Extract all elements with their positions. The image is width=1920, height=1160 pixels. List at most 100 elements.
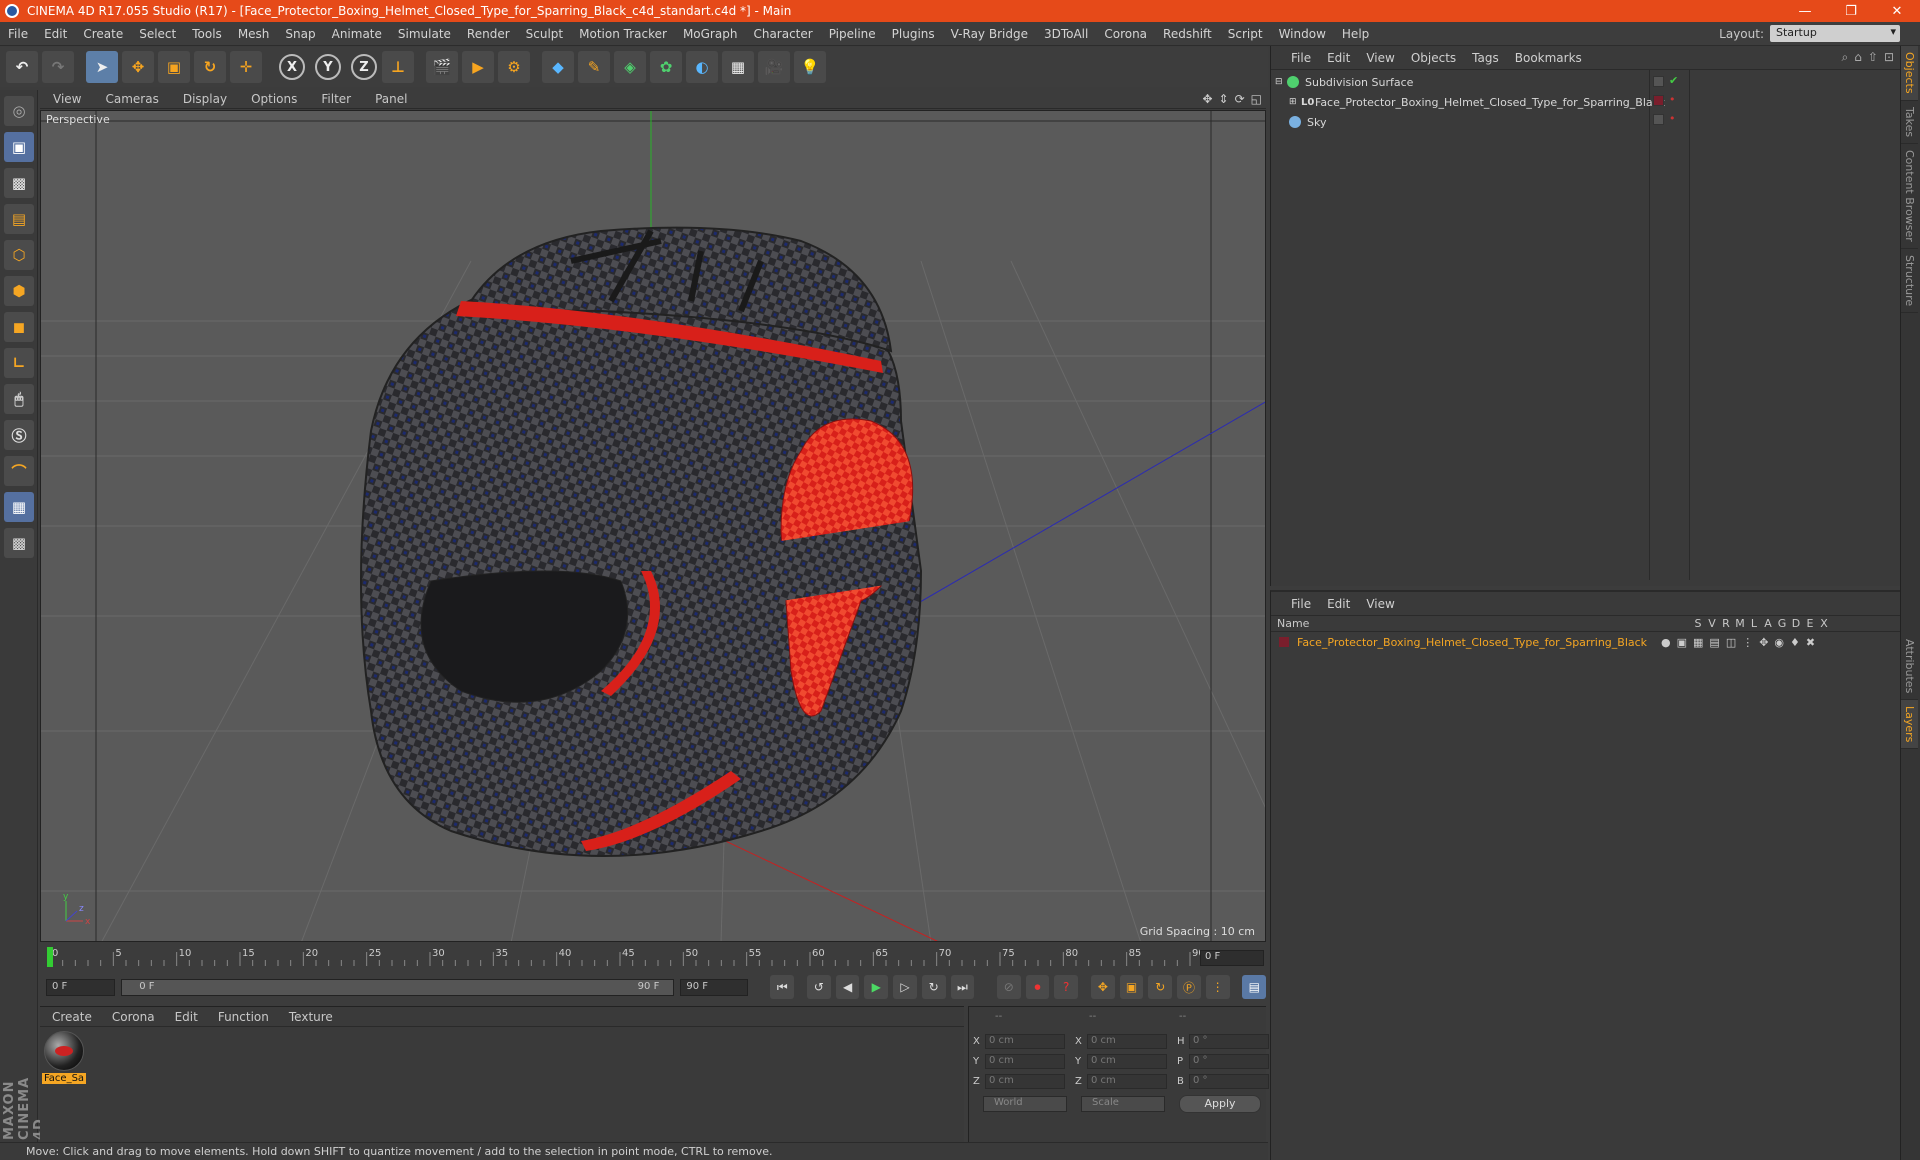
grid-snap-icon[interactable]: ▩ (4, 528, 34, 558)
pen-spline-icon[interactable]: ✎ (578, 51, 610, 83)
start-frame-field[interactable]: 0 F (46, 978, 116, 996)
camera-icon[interactable]: 🎥 (758, 51, 790, 83)
viewport-menu-display[interactable]: Display (170, 92, 238, 106)
go-to-next-key-icon[interactable]: ↻ (921, 975, 946, 999)
minimize-button[interactable]: — (1782, 4, 1828, 19)
make-editable-icon[interactable]: ◎ (4, 96, 34, 126)
size-z-field[interactable]: 0 cm (1087, 1073, 1167, 1089)
menu-redshift[interactable]: Redshift (1155, 27, 1220, 41)
edges-mode-icon[interactable]: ⬢ (4, 276, 34, 306)
menu-plugins[interactable]: Plugins (884, 27, 943, 41)
timeline-window-icon[interactable]: ▤ (1242, 975, 1267, 999)
menu-tools[interactable]: Tools (184, 27, 230, 41)
layer-toggle-icons[interactable]: ●▣▦▤◫⋮✥◉♦✖ (1661, 636, 1821, 649)
coordinate-space-dropdown[interactable]: World (983, 1096, 1067, 1112)
render-dot-icon[interactable]: • (1669, 93, 1678, 106)
up-arrow-icon[interactable]: ⇧ (1868, 50, 1878, 65)
cube-primitive-icon[interactable]: ◆ (542, 51, 574, 83)
menu-help[interactable]: Help (1334, 27, 1377, 41)
end-frame-field[interactable]: 90 F (680, 978, 748, 996)
select-pointer-icon[interactable]: ➤ (86, 51, 118, 83)
frame-range-slider[interactable]: 0 F 90 F (121, 978, 675, 996)
menu-mesh[interactable]: Mesh (230, 27, 278, 41)
menu-mograph[interactable]: MoGraph (675, 27, 746, 41)
menu-window[interactable]: Window (1271, 27, 1334, 41)
layer-row[interactable]: Face_Protector_Boxing_Helmet_Closed_Type… (1279, 634, 1821, 650)
3d-viewport[interactable]: y x z Perspective Grid Spacing : 10 cm (40, 110, 1266, 942)
viewport-menu-options[interactable]: Options (238, 92, 308, 106)
go-to-previous-key-icon[interactable]: ↺ (807, 975, 831, 999)
restore-button[interactable]: ❐ (1828, 4, 1874, 19)
close-panel-icon[interactable]: ⊡ (1884, 50, 1894, 65)
rotation-h-field[interactable]: 0 ° (1189, 1033, 1269, 1049)
render-dot-icon[interactable]: • (1669, 112, 1678, 125)
objects-menu-file[interactable]: File (1283, 51, 1319, 65)
objects-menu-edit[interactable]: Edit (1319, 51, 1358, 65)
record-active-icon[interactable]: ⏺ (1025, 975, 1050, 999)
viewport-rotate-icon[interactable]: ⟳ (1235, 92, 1245, 106)
render-picture-viewer-icon[interactable]: ▶ (462, 51, 494, 83)
material-menu-edit[interactable]: Edit (163, 1010, 206, 1024)
viewport-maximize-icon[interactable]: ◱ (1251, 92, 1262, 106)
expand-icon[interactable]: ⊟ (1275, 77, 1287, 87)
menu-simulate[interactable]: Simulate (390, 27, 459, 41)
go-to-start-icon[interactable]: ⏮ (770, 975, 795, 999)
snap-icon[interactable]: Ⓢ (4, 420, 34, 450)
texture-mode-icon[interactable]: ▩ (4, 168, 34, 198)
material-menu-texture[interactable]: Texture (277, 1010, 341, 1024)
viewport-menu-view[interactable]: View (40, 92, 92, 106)
go-to-end-icon[interactable]: ⏭ (950, 975, 975, 999)
material-swatch[interactable]: Face_Sa (42, 1031, 86, 1087)
tab-content-browser[interactable]: Content Browser (1901, 144, 1918, 249)
play-icon[interactable]: ▶ (864, 975, 889, 999)
menu-sculpt[interactable]: Sculpt (518, 27, 571, 41)
object-row-sky[interactable]: Sky (1289, 113, 1326, 131)
editor-visibility-toggle[interactable] (1653, 76, 1664, 87)
z-axis-lock-icon[interactable]: Z (351, 54, 377, 80)
key-pla-icon[interactable]: ⋮ (1205, 975, 1230, 999)
menu-corona[interactable]: Corona (1096, 27, 1155, 41)
current-frame-field[interactable]: 0 F (1200, 950, 1264, 966)
tab-objects[interactable]: Objects (1901, 46, 1918, 101)
position-x-field[interactable]: 0 cm (985, 1033, 1065, 1049)
render-settings-icon[interactable]: ⚙ (498, 51, 530, 83)
workplane-icon[interactable]: ▤ (4, 204, 34, 234)
material-menu-corona[interactable]: Corona (100, 1010, 163, 1024)
autokey-icon[interactable]: ? (1054, 975, 1079, 999)
playhead[interactable] (47, 947, 53, 967)
rotate-tool-icon[interactable]: ↻ (194, 51, 226, 83)
layers-menu-edit[interactable]: Edit (1319, 597, 1358, 611)
x-axis-lock-icon[interactable]: X (279, 54, 305, 80)
cloner-icon[interactable]: ✿ (650, 51, 682, 83)
layout-dropdown[interactable]: Startup (1770, 25, 1900, 42)
floor-icon[interactable]: ▦ (722, 51, 754, 83)
redo-icon[interactable]: ↷ (42, 51, 74, 83)
menu-file[interactable]: File (0, 27, 36, 41)
viewport-pan-icon[interactable]: ✥ (1202, 92, 1212, 106)
home-icon[interactable]: ⌂ (1854, 50, 1862, 65)
objects-menu-tags[interactable]: Tags (1464, 51, 1507, 65)
size-mode-dropdown[interactable]: Scale (1081, 1096, 1165, 1112)
polygons-mode-icon[interactable]: ◼ (4, 312, 34, 342)
record-keys-off-icon[interactable]: ⊘ (996, 975, 1021, 999)
viewport-menu-cameras[interactable]: Cameras (92, 92, 169, 106)
tab-structure[interactable]: Structure (1901, 249, 1918, 313)
rotation-p-field[interactable]: 0 ° (1189, 1053, 1269, 1069)
layer-color-swatch[interactable] (1279, 637, 1289, 647)
expand-icon[interactable]: ⊞ (1289, 97, 1301, 107)
menu-animate[interactable]: Animate (324, 27, 390, 41)
tab-attributes[interactable]: Attributes (1901, 633, 1918, 700)
rotation-b-field[interactable]: 0 ° (1189, 1073, 1269, 1089)
size-x-field[interactable]: 0 cm (1087, 1033, 1167, 1049)
objects-menu-bookmarks[interactable]: Bookmarks (1507, 51, 1590, 65)
lock-workplane-icon[interactable]: ▦ (4, 492, 34, 522)
tab-layers[interactable]: Layers (1901, 700, 1918, 750)
objects-menu-objects[interactable]: Objects (1403, 51, 1464, 65)
menu-edit[interactable]: Edit (36, 27, 75, 41)
model-mode-icon[interactable]: ▣ (4, 132, 34, 162)
axis-mode-icon[interactable]: ∟ (4, 348, 34, 378)
previous-frame-icon[interactable]: ◀ (835, 975, 860, 999)
menu-motion-tracker[interactable]: Motion Tracker (571, 27, 675, 41)
magnet-icon[interactable]: ⌒ (4, 456, 34, 486)
light-icon[interactable]: 💡 (794, 51, 826, 83)
